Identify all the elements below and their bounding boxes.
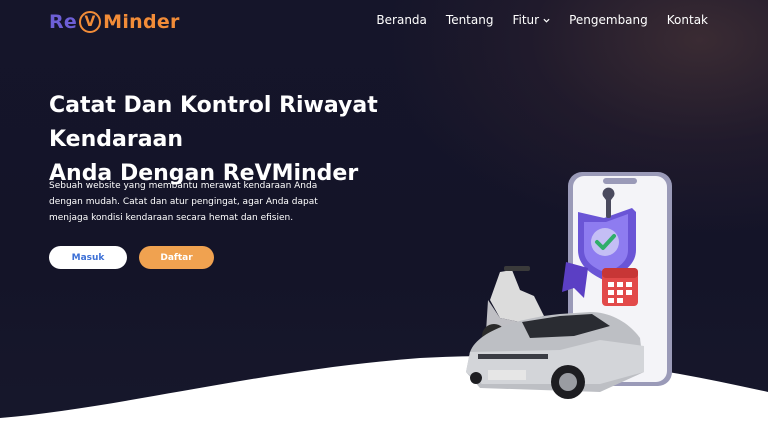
nav-item-beranda[interactable]: Beranda bbox=[376, 13, 426, 27]
nav-item-pengembang[interactable]: Pengembang bbox=[569, 13, 648, 27]
brand-logo[interactable]: Re V Minder bbox=[49, 9, 180, 35]
nav-item-fitur[interactable]: Fitur bbox=[512, 13, 550, 27]
brand-v-badge: V bbox=[79, 11, 102, 33]
brand-part-minder: Minder bbox=[103, 11, 180, 33]
brand-part-re: Re bbox=[49, 11, 78, 33]
chevron-down-icon bbox=[543, 18, 550, 23]
hero-description: Sebuah website yang membantu merawat ken… bbox=[49, 178, 369, 226]
register-button[interactable]: Daftar bbox=[139, 246, 214, 269]
hero-desc-line-3: menjaga kondisi kendaraan secara hemat d… bbox=[49, 213, 294, 223]
hero-title: Catat Dan Kontrol Riwayat Kendaraan Anda… bbox=[49, 89, 509, 191]
login-button[interactable]: Masuk bbox=[49, 246, 127, 269]
nav-item-fitur-label: Fitur bbox=[512, 13, 540, 27]
hero-desc-line-2: dengan mudah. Catat dan atur pengingat, … bbox=[49, 197, 318, 207]
hero-title-line-1: Catat Dan Kontrol Riwayat Kendaraan bbox=[49, 93, 378, 152]
main-nav: Beranda Tentang Fitur Pengembang Kontak bbox=[376, 13, 708, 27]
nav-item-tentang[interactable]: Tentang bbox=[446, 13, 494, 27]
calendar-icon bbox=[602, 268, 638, 306]
hero-desc-line-1: Sebuah website yang membantu merawat ken… bbox=[49, 181, 318, 191]
nav-item-kontak[interactable]: Kontak bbox=[667, 13, 708, 27]
